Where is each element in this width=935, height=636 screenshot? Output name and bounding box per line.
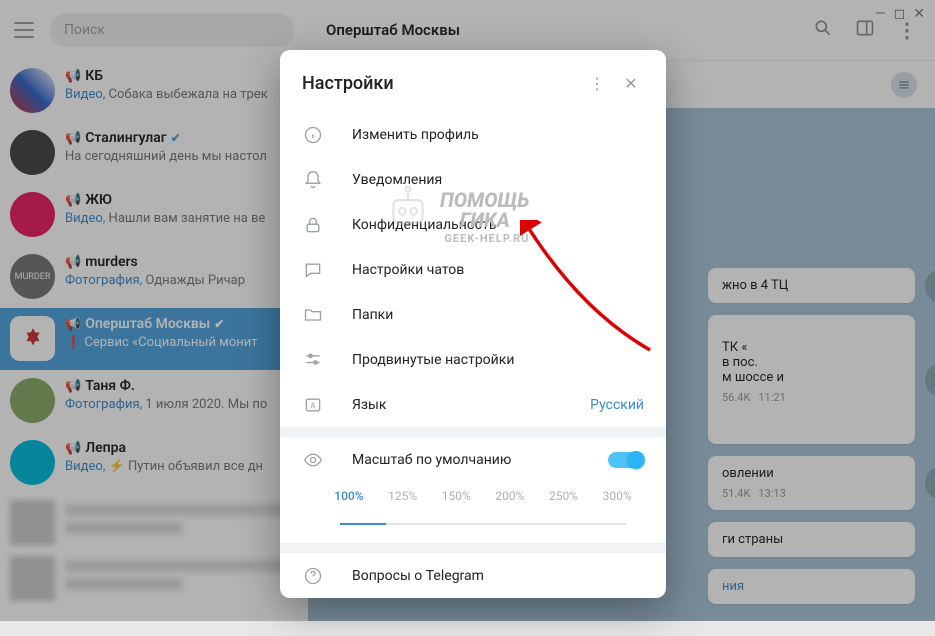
zoom-level[interactable]: 200%: [495, 489, 524, 509]
zoom-track[interactable]: [340, 523, 626, 525]
info-icon: [302, 124, 324, 146]
settings-label: Изменить профиль: [352, 127, 479, 143]
bell-icon: [302, 169, 324, 191]
settings-item-folders[interactable]: Папки: [280, 292, 666, 337]
settings-label: Уведомления: [352, 172, 442, 188]
zoom-level[interactable]: 125%: [388, 489, 417, 509]
settings-modal: Настройки ⋮ ✕ Изменить профиль Уведомлен…: [280, 50, 666, 598]
settings-item-edit-profile[interactable]: Изменить профиль: [280, 112, 666, 157]
sliders-icon: [302, 349, 324, 371]
minimize-icon[interactable]: —: [875, 6, 886, 22]
zoom-toggle[interactable]: [608, 452, 644, 468]
settings-label: Конфиденциальность: [352, 217, 496, 233]
settings-label: Продвинутые настройки: [352, 352, 514, 368]
settings-item-notifications[interactable]: Уведомления: [280, 157, 666, 202]
zoom-level[interactable]: 250%: [549, 489, 578, 509]
settings-item-faq[interactable]: Вопросы о Telegram: [280, 553, 666, 598]
close-icon[interactable]: ✕: [618, 70, 644, 96]
zoom-scale[interactable]: 100% 125% 150% 200% 250% 300%: [322, 489, 644, 509]
settings-zoom-section: Масштаб по умолчанию 100% 125% 150% 200%…: [280, 437, 666, 543]
help-icon: [302, 565, 324, 587]
zoom-label: Масштаб по умолчанию: [352, 452, 511, 468]
settings-item-advanced[interactable]: Продвинутые настройки: [280, 337, 666, 382]
settings-title: Настройки: [302, 73, 394, 94]
lock-icon: [302, 214, 324, 236]
settings-label: Язык: [352, 397, 386, 413]
close-icon[interactable]: ✕: [913, 6, 925, 22]
settings-label: Вопросы о Telegram: [352, 568, 484, 584]
more-icon[interactable]: ⋮: [584, 70, 610, 96]
eye-icon: [302, 449, 324, 471]
zoom-level[interactable]: 100%: [334, 489, 363, 509]
settings-label: Настройки чатов: [352, 262, 464, 278]
zoom-level[interactable]: 150%: [442, 489, 471, 509]
svg-text:A: A: [310, 401, 316, 411]
settings-label: Папки: [352, 307, 393, 323]
chat-icon: [302, 259, 324, 281]
language-icon: A: [302, 394, 324, 416]
window-controls: — ◻ ✕: [875, 6, 925, 22]
settings-item-privacy[interactable]: Конфиденциальность: [280, 202, 666, 247]
zoom-level[interactable]: 300%: [603, 489, 632, 509]
settings-item-language[interactable]: A Язык Русский: [280, 382, 666, 427]
settings-item-chat-settings[interactable]: Настройки чатов: [280, 247, 666, 292]
settings-value: Русский: [590, 397, 644, 413]
maximize-icon[interactable]: ◻: [894, 6, 906, 22]
folder-icon: [302, 304, 324, 326]
